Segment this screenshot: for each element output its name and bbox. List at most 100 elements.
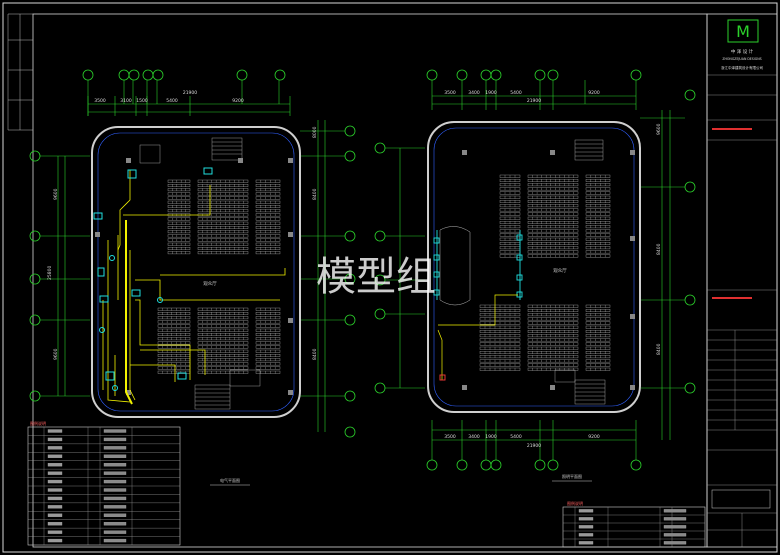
right-side-dim-1: 9600: [656, 123, 662, 135]
seat-row: [585, 183, 611, 187]
right-bottom-total: 21900: [527, 443, 541, 449]
left-stair-top: [139, 137, 243, 164]
seat-row: [585, 208, 611, 212]
seat-row: [255, 370, 281, 374]
seat-row: [167, 226, 191, 229]
seat-row: [157, 341, 191, 345]
seat-row: [527, 317, 579, 321]
seat-row: [585, 237, 611, 241]
left-plan: 3500 3100 1500 5400 9200 21900 9600 2580…: [29, 69, 356, 486]
seat-row: [167, 221, 191, 225]
seat-row: [255, 316, 281, 320]
seat-row: [527, 346, 579, 350]
seat-row: [527, 359, 579, 363]
seat-row: [197, 242, 249, 246]
legend-text-placeholder: [47, 471, 63, 475]
seat-row: [527, 212, 579, 216]
left-stair-bottom: [194, 369, 261, 410]
seat-row: [585, 317, 611, 321]
seat-row: [157, 333, 191, 336]
seat-row: [527, 216, 579, 220]
seat-row: [527, 183, 579, 187]
seat-row: [255, 333, 281, 336]
seat-row: [157, 366, 191, 370]
right-total-dim: 21900: [527, 98, 541, 104]
seat-row: [255, 354, 281, 357]
seat-row: [197, 341, 249, 345]
seat-row: [197, 354, 249, 357]
left-legend-title: 图例说明: [30, 420, 46, 426]
watermark: 模型组: [316, 254, 436, 300]
legend-text-placeholder: [663, 541, 687, 545]
seat-row: [167, 184, 191, 187]
seat-row: [255, 196, 281, 200]
seat-row: [585, 346, 611, 350]
seat-row: [255, 341, 281, 345]
seat-row: [197, 358, 249, 362]
legend-text-placeholder: [47, 437, 63, 442]
seat-row: [197, 226, 249, 229]
seat-row: [197, 184, 249, 187]
seat-row: [197, 320, 249, 324]
legend-text-placeholder: [47, 446, 63, 450]
left-wiring: [102, 170, 286, 403]
legend-text-placeholder: [103, 437, 127, 442]
left-side-dim-1: 9600: [53, 188, 59, 200]
seat-row: [585, 363, 611, 367]
left-right-dim-2: 8400: [312, 188, 318, 200]
seat-row: [197, 192, 249, 196]
seat-row: [527, 309, 579, 312]
left-busbar: [125, 220, 133, 405]
seat-row: [255, 217, 281, 221]
seat-row: [585, 225, 611, 229]
seat-row: [585, 313, 611, 317]
right-dim-1: 3500: [444, 90, 456, 96]
seat-row: [527, 179, 579, 182]
seat-row: [527, 191, 579, 195]
legend-text-placeholder: [578, 533, 594, 537]
logo-glyph: M: [736, 22, 750, 41]
seat-row: [255, 307, 281, 311]
seat-row: [167, 247, 191, 250]
seat-row: [527, 313, 579, 317]
seat-row: [527, 204, 579, 208]
left-total-dim: 21900: [183, 90, 197, 96]
seat-row: [255, 312, 281, 315]
seat-row: [167, 209, 191, 213]
seat-row: [255, 184, 281, 187]
left-side-dim-3: 9600: [53, 348, 59, 360]
seat-row: [197, 362, 249, 366]
right-dim-5: 9200: [588, 90, 600, 96]
legend-text-placeholder: [47, 522, 63, 526]
seat-row: [197, 209, 249, 213]
seat-row: [157, 316, 191, 320]
seat-row: [255, 247, 281, 250]
seat-row: [197, 200, 249, 204]
legend-text-placeholder: [47, 530, 63, 534]
left-axis-bubbles-side: [29, 125, 356, 438]
seat-row: [527, 342, 579, 346]
seat-row: [167, 200, 191, 204]
legend-text-placeholder: [103, 454, 127, 458]
right-side-dim-3: 8400: [656, 343, 662, 355]
seat-row: [585, 242, 611, 245]
right-seating: [479, 174, 611, 371]
seat-row: [527, 304, 579, 308]
legend-text-placeholder: [578, 541, 594, 545]
seat-row: [527, 229, 579, 233]
left-side-dim-2: 25800: [47, 266, 53, 280]
left-room-label: 观众厅: [203, 281, 217, 287]
seat-row: [585, 304, 611, 308]
seat-row: [585, 233, 611, 237]
legend-text-placeholder: [47, 496, 63, 501]
right-legend: 图例说明: [562, 500, 706, 548]
seat-row: [167, 230, 191, 234]
seat-row: [197, 312, 249, 315]
seat-row: [167, 251, 191, 255]
legend-text-placeholder: [103, 446, 127, 450]
seat-row: [167, 234, 191, 238]
legend-text-placeholder: [103, 471, 127, 475]
right-room-label: 观众厅: [553, 268, 567, 274]
seat-row: [197, 247, 249, 250]
legend-text-placeholder: [47, 429, 63, 433]
